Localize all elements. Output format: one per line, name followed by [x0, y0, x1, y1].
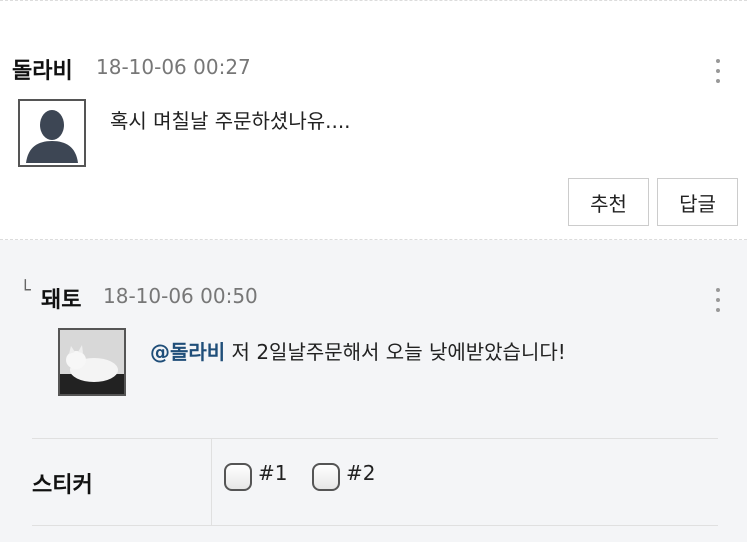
cat-photo-icon — [60, 330, 124, 394]
comment-author[interactable]: 돌라비 — [12, 53, 73, 85]
comment-text-body: 저 2일날주문해서 오늘 낮에받았습니다! — [225, 340, 566, 364]
sticker-option-label: #1 — [258, 461, 288, 485]
sticker-row: 스티커 #1 #2 — [32, 438, 718, 526]
sticker-option-label: #2 — [346, 461, 376, 485]
more-options-icon[interactable] — [716, 59, 722, 89]
default-person-icon — [26, 110, 78, 163]
comment-text: 혹시 며칠날 주문하셨나유.... — [110, 109, 351, 133]
sticker-option-1[interactable]: #1 — [224, 461, 288, 491]
reply-button[interactable]: 답글 — [657, 178, 738, 226]
recommend-button[interactable]: 추천 — [568, 178, 649, 226]
sticker-label: 스티커 — [32, 473, 93, 498]
sticker-option-2[interactable]: #2 — [312, 461, 376, 491]
comment-date: 18-10-06 00:50 — [103, 284, 258, 308]
comment-text: @돌라비 저 2일날주문해서 오늘 낮에받았습니다! — [150, 336, 566, 365]
sticker-checkbox[interactable] — [224, 463, 252, 491]
sticker-label-cell: 스티커 — [32, 439, 212, 525]
avatar — [18, 99, 86, 167]
reply-marker: └ — [20, 280, 31, 301]
more-options-icon[interactable] — [716, 288, 722, 318]
avatar — [58, 328, 126, 396]
comment-item: 돌라비 18-10-06 00:27 혹시 며칠날 주문하셨나유.... 추천 … — [0, 0, 747, 240]
comment-author[interactable]: 돼토 — [41, 282, 81, 314]
sticker-checkbox[interactable] — [312, 463, 340, 491]
comment-date: 18-10-06 00:27 — [96, 55, 251, 79]
mention-link[interactable]: @돌라비 — [150, 340, 225, 364]
